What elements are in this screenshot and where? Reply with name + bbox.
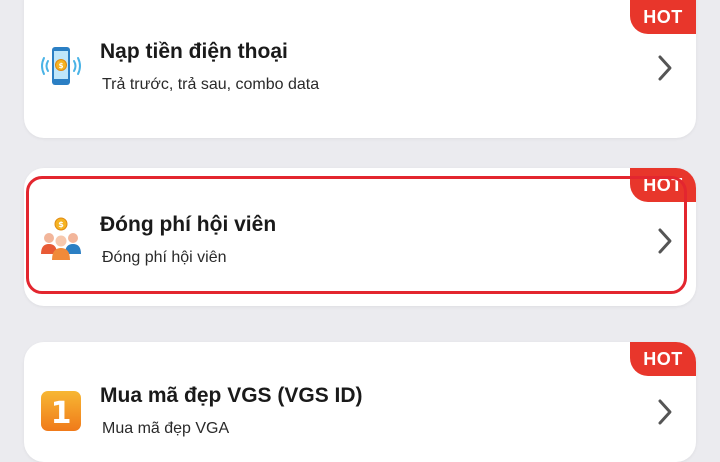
card-title: Mua mã đẹp VGS (VGS ID) bbox=[100, 384, 363, 407]
number-one-text: 1 bbox=[51, 396, 72, 431]
hot-badge: HOT bbox=[630, 0, 696, 34]
chevron-right-icon bbox=[658, 399, 672, 425]
card-subtitle: Mua mã đẹp VGA bbox=[102, 420, 230, 437]
chevron-right-icon bbox=[658, 55, 672, 81]
svg-text:$: $ bbox=[58, 220, 64, 229]
members-coin-icon: $ bbox=[38, 216, 84, 262]
hot-badge: HOT bbox=[630, 168, 696, 202]
svg-text:$: $ bbox=[59, 62, 64, 70]
service-card-membership[interactable]: HOT $ Đóng phí hội viên Đóng phí hội viê… bbox=[24, 168, 696, 306]
chevron-right-icon bbox=[658, 228, 672, 254]
card-subtitle: Đóng phí hội viên bbox=[102, 249, 227, 266]
phone-coin-icon: $ bbox=[38, 43, 84, 89]
number-one-icon: 1 bbox=[38, 388, 84, 434]
hot-badge: HOT bbox=[630, 342, 696, 376]
card-title: Đóng phí hội viên bbox=[100, 213, 277, 236]
card-title: Nạp tiền điện thoại bbox=[100, 40, 288, 63]
card-subtitle: Trả trước, trả sau, combo data bbox=[102, 76, 320, 93]
service-card-topup[interactable]: HOT $ Nạp tiền điện thoại Trả trước, trả… bbox=[24, 0, 696, 138]
service-card-vgs-id[interactable]: HOT 1 Mua mã đẹp VGS (VGS ID) Mua mã đẹp… bbox=[24, 342, 696, 462]
